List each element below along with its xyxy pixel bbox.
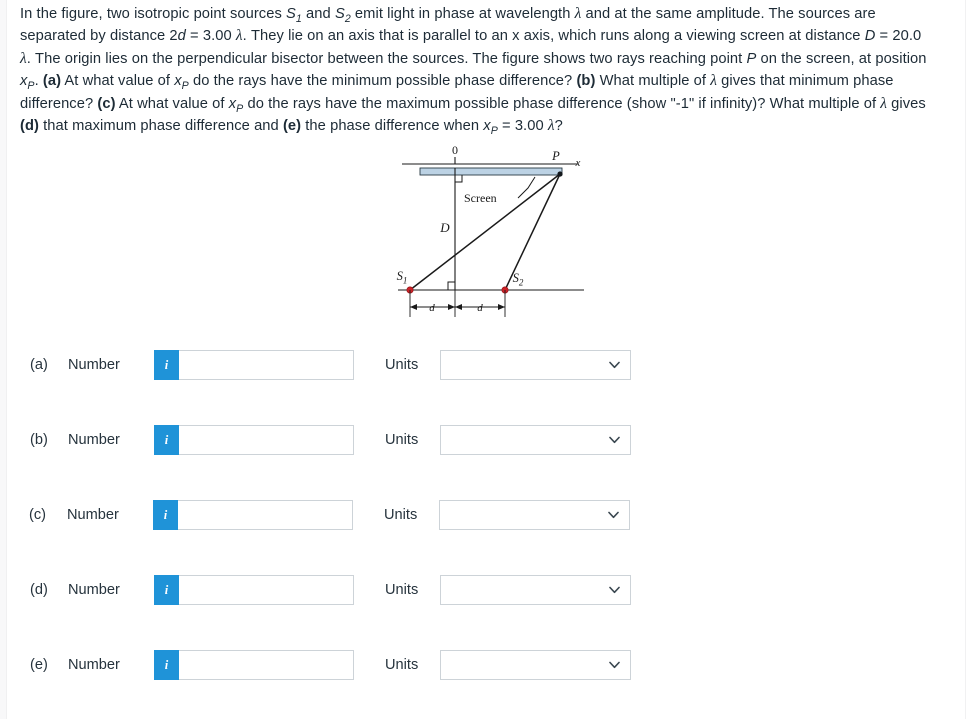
units-label-c: Units xyxy=(384,507,418,523)
problem-sentence-1: In the figure, two isotropic point sourc… xyxy=(20,5,927,137)
number-input-b[interactable] xyxy=(179,425,354,455)
answer-row-label-d: (d) xyxy=(30,582,48,598)
answer-row-a: (a) Number i Units xyxy=(30,348,631,382)
number-label-d: Number xyxy=(68,582,120,598)
units-select-b[interactable] xyxy=(440,425,631,455)
answer-row-label-c: (c) xyxy=(29,507,47,523)
figure-label-half-sep-right: d xyxy=(477,302,483,314)
number-input-e[interactable] xyxy=(179,650,354,680)
answer-row-b: (b) Number i Units xyxy=(30,423,631,457)
figure-label-origin: 0 xyxy=(452,143,458,157)
figure-label-point-p: P xyxy=(551,149,560,163)
number-field-group-b: i xyxy=(154,425,354,455)
answer-row-label-a: (a) xyxy=(30,357,48,373)
screen-bar xyxy=(419,167,563,176)
figure-label-source-2: S2 xyxy=(513,271,524,288)
info-icon-e[interactable]: i xyxy=(154,650,179,680)
figure-label-half-sep-left: d xyxy=(429,302,435,314)
answer-row-e: (e) Number i Units xyxy=(30,648,631,682)
number-label-a: Number xyxy=(68,357,120,373)
number-input-a[interactable] xyxy=(179,350,354,380)
units-label-b: Units xyxy=(385,432,419,448)
number-input-d[interactable] xyxy=(179,575,354,605)
answer-row-d: (d) Number i Units xyxy=(30,573,631,607)
dim-arrowhead-right-end xyxy=(498,304,505,310)
figure-label-x-axis: x xyxy=(575,157,581,169)
info-icon-c[interactable]: i xyxy=(153,500,178,530)
number-field-group-c: i xyxy=(153,500,353,530)
figure-label-distance-d: D xyxy=(439,220,450,235)
number-label-e: Number xyxy=(68,657,120,673)
answer-row-label-b: (b) xyxy=(30,432,48,448)
dim-arrowhead-left-end xyxy=(448,304,455,310)
left-gutter xyxy=(0,0,7,719)
number-label-b: Number xyxy=(68,432,120,448)
units-select-a[interactable] xyxy=(440,350,631,380)
units-select-c[interactable] xyxy=(439,500,630,530)
info-icon-a[interactable]: i xyxy=(154,350,179,380)
point-p-dot xyxy=(557,171,563,177)
units-select-wrap-c xyxy=(439,500,630,530)
units-label-e: Units xyxy=(385,657,419,673)
figure-label-screen: Screen xyxy=(464,191,497,205)
right-angle-bottom xyxy=(447,281,455,290)
info-icon-d[interactable]: i xyxy=(154,575,179,605)
units-select-wrap-e xyxy=(440,650,631,680)
units-select-wrap-a xyxy=(440,350,631,380)
units-select-e[interactable] xyxy=(440,650,631,680)
info-icon-b[interactable]: i xyxy=(154,425,179,455)
number-field-group-e: i xyxy=(154,650,354,680)
right-angle-top xyxy=(455,175,463,183)
answer-row-c: (c) Number i Units xyxy=(29,498,630,532)
number-input-c[interactable] xyxy=(178,500,353,530)
figure-label-source-1: S1 xyxy=(397,269,408,286)
number-field-group-d: i xyxy=(154,575,354,605)
dim-arrowhead-right-start xyxy=(455,304,462,310)
units-select-wrap-b xyxy=(440,425,631,455)
units-label-d: Units xyxy=(385,582,419,598)
right-gutter xyxy=(965,0,975,719)
units-select-wrap-d xyxy=(440,575,631,605)
units-select-d[interactable] xyxy=(440,575,631,605)
dim-arrowhead-left-start xyxy=(410,304,417,310)
number-field-group-a: i xyxy=(154,350,354,380)
number-label-c: Number xyxy=(67,507,119,523)
answer-row-label-e: (e) xyxy=(30,657,48,673)
units-label-a: Units xyxy=(385,357,419,373)
interference-figure: 0 P x Screen D S1 S2 d d xyxy=(388,140,608,330)
problem-page: In the figure, two isotropic point sourc… xyxy=(8,0,965,719)
problem-statement: In the figure, two isotropic point sourc… xyxy=(20,3,932,137)
